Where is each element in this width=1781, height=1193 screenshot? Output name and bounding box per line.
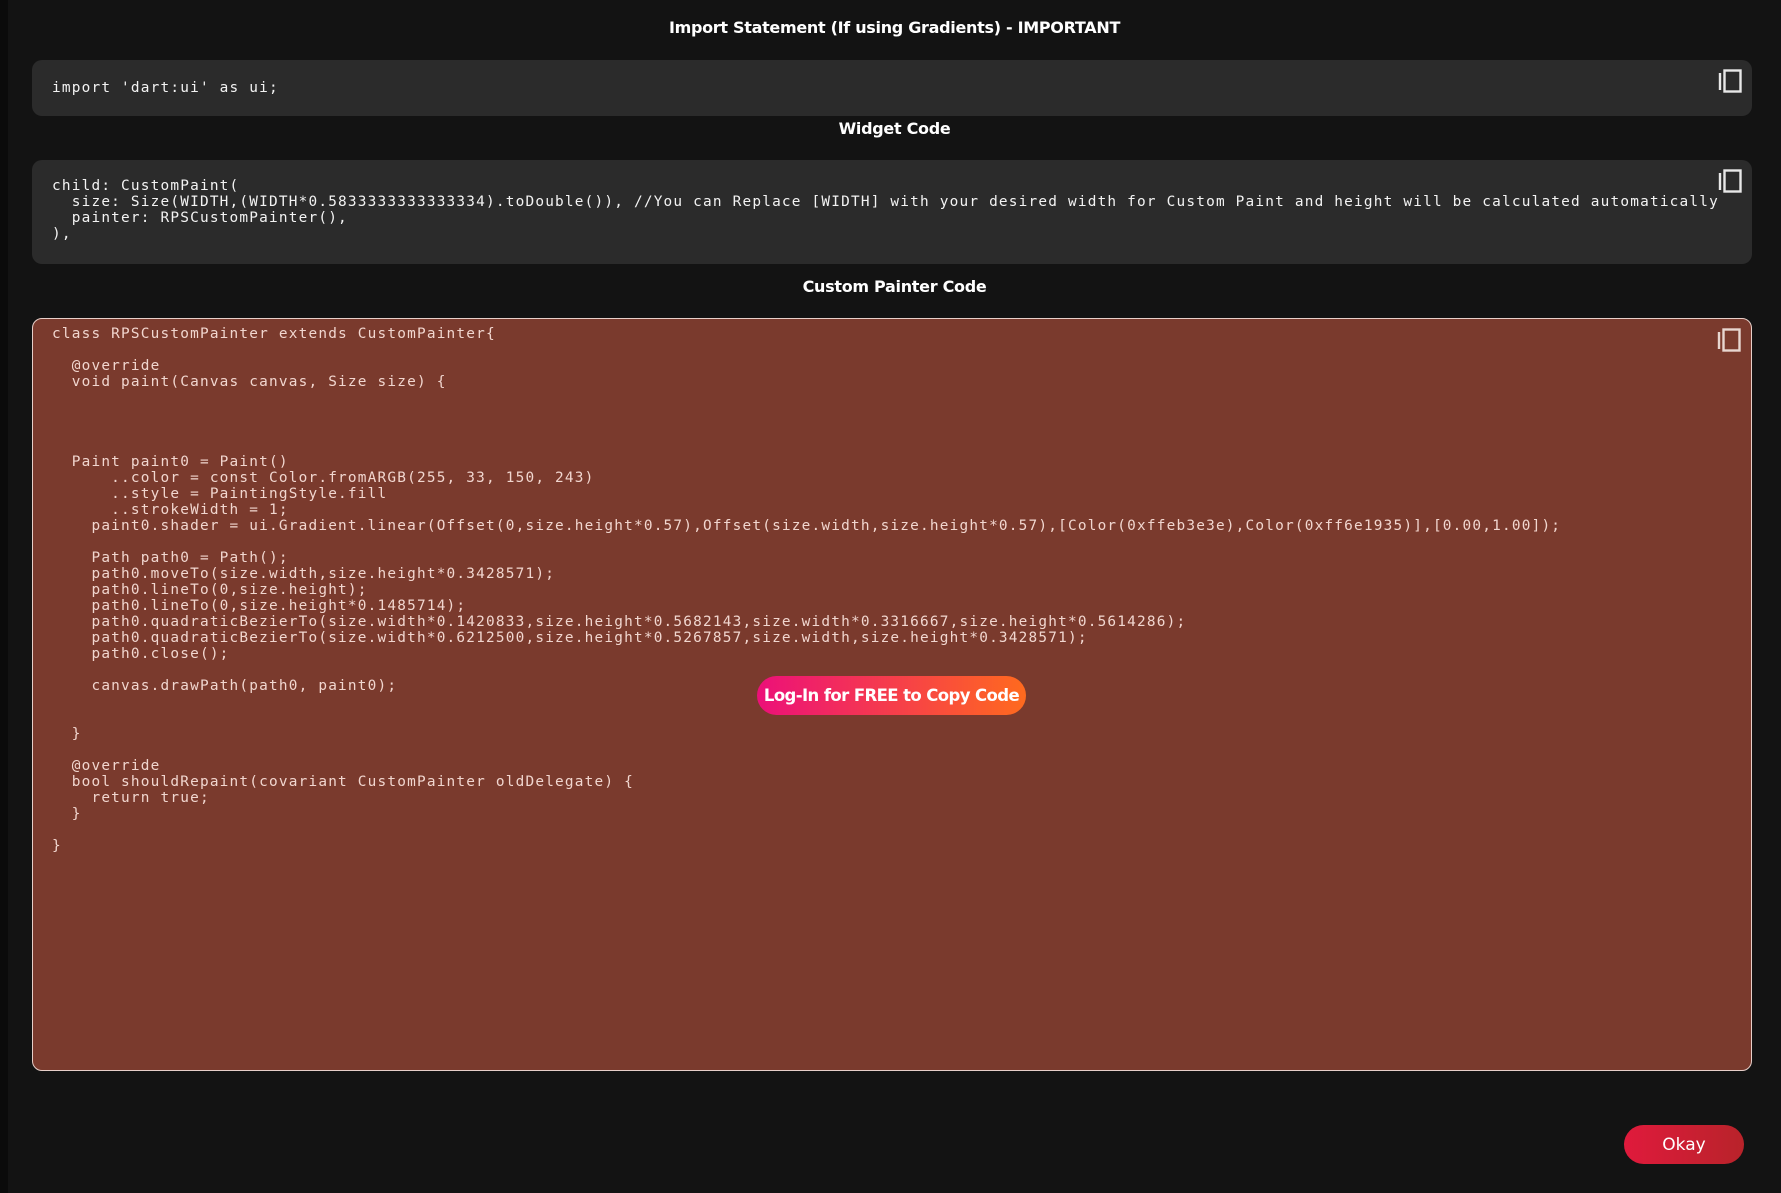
widget-code-text: child: CustomPaint( size: Size(WIDTH,(WI… [52,178,1719,242]
copy-icon [1718,69,1742,93]
copy-widget-button[interactable] [1718,168,1744,196]
copy-import-button[interactable] [1718,68,1744,96]
okay-button[interactable]: Okay [1624,1125,1744,1164]
import-section-title: Import Statement (If using Gradients) - … [668,18,1121,37]
widget-section-title: Widget Code [838,119,951,138]
import-code-text: import 'dart:ui' as ui; [52,80,279,96]
painter-code-text: class RPSCustomPainter extends CustomPai… [52,326,1562,854]
copy-painter-button[interactable] [1717,327,1743,355]
copy-icon [1717,328,1741,352]
painter-section-title: Custom Painter Code [802,277,987,296]
copy-icon [1718,169,1742,193]
import-code-box: import 'dart:ui' as ui; [32,60,1752,116]
login-to-copy-button[interactable]: Log-In for FREE to Copy Code [757,676,1026,715]
code-dialog: Import Statement (If using Gradients) - … [8,0,1781,1193]
widget-code-box: child: CustomPaint( size: Size(WIDTH,(WI… [32,160,1752,264]
